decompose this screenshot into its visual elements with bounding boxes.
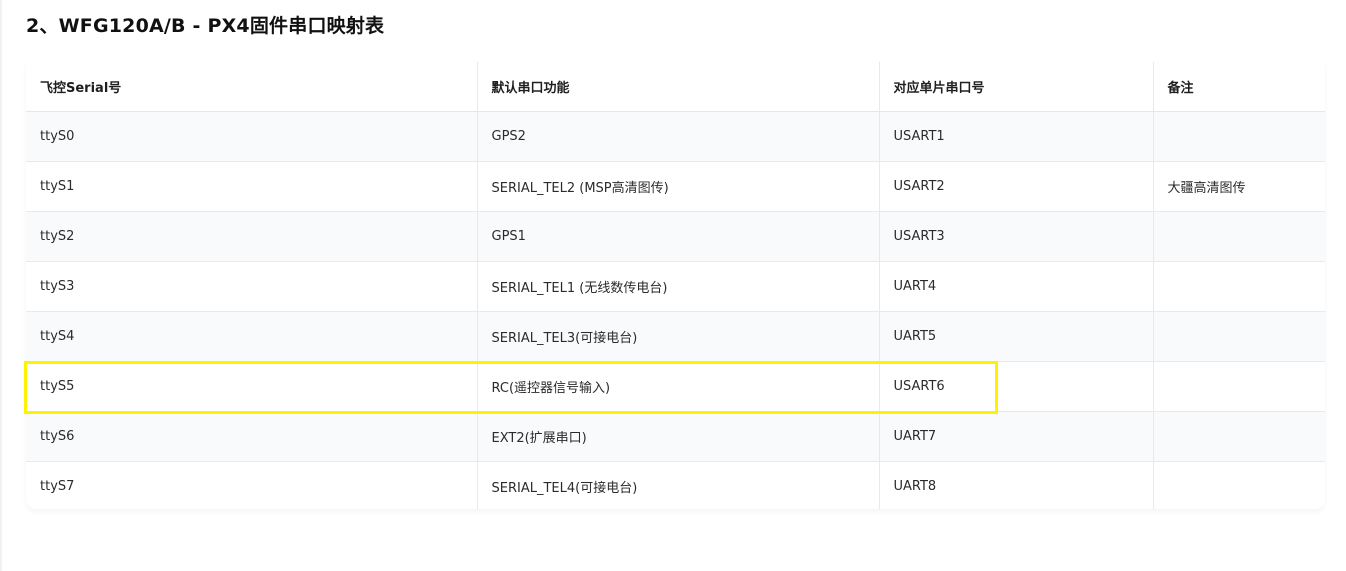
cell-mcu-uart: USART1 (879, 111, 1154, 161)
serial-mapping-table: 飞控Serial号 默认串口功能 对应单片串口号 备注 ttyS0 GPS2 U… (26, 62, 1325, 509)
cell-default-function: SERIAL_TEL1 (无线数传电台) (477, 261, 880, 311)
table-row: ttyS3 SERIAL_TEL1 (无线数传电台) UART4 (26, 261, 1325, 311)
cell-mcu-uart: UART7 (879, 411, 1154, 461)
cell-default-function: GPS1 (477, 211, 880, 261)
cell-default-function: SERIAL_TEL2 (MSP高清图传) (477, 161, 880, 211)
cell-remarks (1153, 461, 1325, 509)
cell-flight-serial: ttyS3 (26, 261, 478, 311)
cell-flight-serial: ttyS0 (26, 111, 478, 161)
table-header-row: 飞控Serial号 默认串口功能 对应单片串口号 备注 (26, 62, 1325, 112)
cell-mcu-uart: UART4 (879, 261, 1154, 311)
header-flight-serial: 飞控Serial号 (26, 62, 478, 112)
cell-remarks (1153, 261, 1325, 311)
cell-remarks (1153, 111, 1325, 161)
cell-remarks: 大疆高清图传 (1167, 180, 1246, 196)
page-left-edge (0, 0, 2, 571)
cell-flight-serial: ttyS2 (26, 211, 478, 261)
cell-default-function: SERIAL_TEL4(可接电台) (477, 461, 880, 509)
cell-flight-serial: ttyS5 (26, 361, 478, 411)
table-row: ttyS4 SERIAL_TEL3(可接电台) UART5 (26, 311, 1325, 361)
cell-mcu-uart: USART2 (879, 161, 1154, 211)
cell-flight-serial: ttyS4 (26, 311, 478, 361)
table-row: ttyS1 SERIAL_TEL2 (MSP高清图传) USART2 大疆高清图… (26, 161, 1325, 211)
cell-mcu-uart: UART5 (879, 311, 1154, 361)
header-remarks: 备注 (1153, 62, 1325, 112)
table-row: ttyS7 SERIAL_TEL4(可接电台) UART8 (26, 461, 1325, 509)
table-row: ttyS2 GPS1 USART3 (26, 211, 1325, 261)
cell-flight-serial: ttyS6 (26, 411, 478, 461)
cell-mcu-uart: USART3 (879, 211, 1154, 261)
table-row: ttyS6 EXT2(扩展串口) UART7 (26, 411, 1325, 461)
cell-flight-serial: ttyS1 (26, 161, 478, 211)
cell-remarks (1153, 211, 1325, 261)
header-mcu-uart: 对应单片串口号 (879, 62, 1154, 112)
table-row-highlighted: ttyS5 RC(遥控器信号输入) USART6 (26, 361, 1325, 411)
header-default-function: 默认串口功能 (477, 62, 880, 112)
cell-flight-serial: ttyS7 (26, 461, 478, 509)
cell-mcu-uart: USART6 (879, 361, 1154, 411)
cell-remarks (1153, 411, 1325, 461)
cell-default-function: RC(遥控器信号输入) (477, 361, 880, 411)
cell-remarks (1153, 361, 1325, 411)
table-row: ttyS0 GPS2 USART1 (26, 111, 1325, 161)
cell-remarks (1153, 311, 1325, 361)
page-title: 2、WFG120A/B - PX4固件串口映射表 (26, 15, 385, 37)
cell-default-function: SERIAL_TEL3(可接电台) (477, 311, 880, 361)
cell-mcu-uart: UART8 (879, 461, 1154, 509)
cell-default-function: GPS2 (477, 111, 880, 161)
serial-mapping-table-card: 飞控Serial号 默认串口功能 对应单片串口号 备注 ttyS0 GPS2 U… (26, 62, 1325, 509)
cell-default-function: EXT2(扩展串口) (477, 411, 880, 461)
